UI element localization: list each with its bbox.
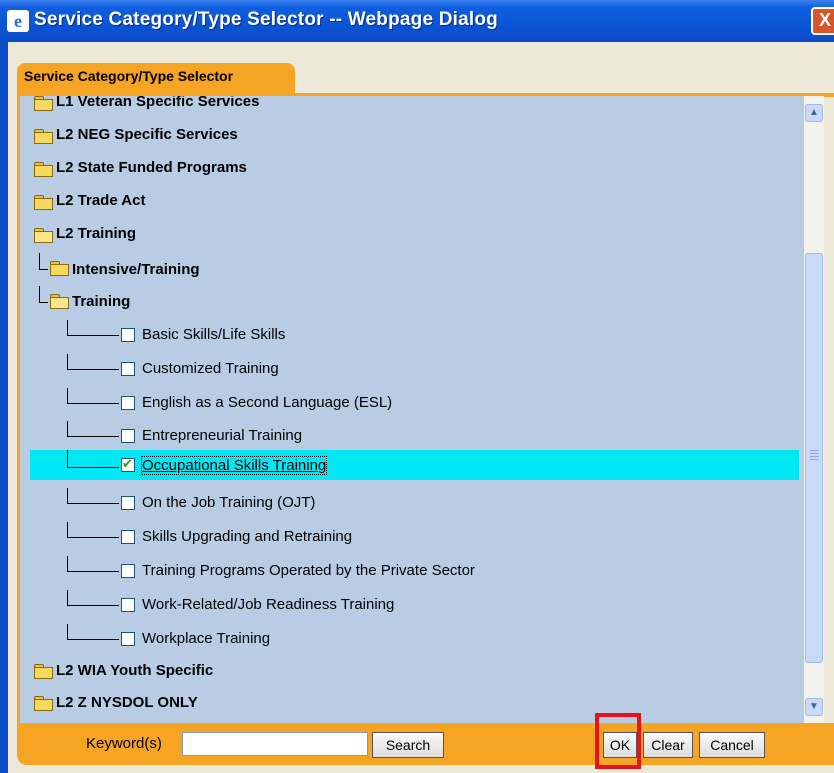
tree-subfolder-row[interactable]: Training bbox=[20, 286, 790, 316]
tree-item-row-selected[interactable]: Occupational Skills Training bbox=[30, 450, 799, 480]
tree-subfolder-row[interactable]: Intensive/Training bbox=[20, 253, 790, 283]
tree-item-row[interactable]: On the Job Training (OJT) bbox=[20, 488, 790, 518]
tab-label: Service Category/Type Selector bbox=[24, 68, 234, 84]
item-checkbox[interactable] bbox=[121, 396, 135, 410]
vertical-scrollbar[interactable]: ▲ ▼ bbox=[803, 96, 824, 726]
tree-connector bbox=[67, 354, 68, 369]
tree-connector bbox=[67, 320, 68, 335]
subfolder-label: Intensive/Training bbox=[72, 261, 200, 278]
item-label: Skills Upgrading and Retraining bbox=[142, 528, 353, 545]
tree-item-row[interactable]: Training Programs Operated by the Privat… bbox=[20, 556, 790, 586]
tree-connector bbox=[67, 335, 119, 336]
title-bar: e Service Category/Type Selector -- Webp… bbox=[0, 0, 834, 42]
tree-item-row[interactable]: Work-Related/Job Readiness Training bbox=[20, 590, 790, 620]
tree-connector bbox=[67, 639, 119, 640]
window-border bbox=[0, 42, 8, 773]
item-label: Workplace Training bbox=[142, 630, 271, 647]
scroll-up-icon[interactable]: ▲ bbox=[805, 104, 823, 122]
item-label: Work-Related/Job Readiness Training bbox=[142, 596, 395, 613]
tree-connector bbox=[67, 450, 68, 467]
item-checkbox[interactable] bbox=[121, 362, 135, 376]
folder-label: L2 Z NYSDOL ONLY bbox=[56, 694, 198, 711]
tree-folder-row[interactable]: L2 Trade Act bbox=[20, 187, 790, 217]
folder-open-icon bbox=[50, 294, 69, 309]
tree-panel: L1 Veteran Specific Services L2 NEG Spec… bbox=[17, 96, 804, 726]
folder-label: L2 NEG Specific Services bbox=[56, 126, 238, 143]
clear-button[interactable]: Clear bbox=[643, 732, 693, 758]
folder-label: L2 Trade Act bbox=[56, 192, 146, 209]
folder-icon bbox=[34, 696, 53, 711]
scroll-thumb[interactable] bbox=[805, 253, 823, 663]
tree-connector bbox=[67, 537, 119, 538]
keyword-label: Keyword(s) bbox=[86, 735, 162, 752]
folder-icon bbox=[34, 129, 53, 144]
tree-connector bbox=[67, 467, 119, 468]
tree-connector bbox=[67, 590, 68, 605]
tree-connector bbox=[39, 253, 40, 269]
item-label: Entrepreneurial Training bbox=[142, 427, 303, 444]
tree-folder-row[interactable]: L2 State Funded Programs bbox=[20, 154, 790, 184]
tree-folder-row[interactable]: L2 NEG Specific Services bbox=[20, 121, 790, 151]
folder-label: L2 WIA Youth Specific bbox=[56, 662, 214, 679]
tree-folder-row[interactable]: L2 Z NYSDOL ONLY bbox=[20, 688, 790, 718]
tree-connector bbox=[67, 624, 68, 639]
tree-connector bbox=[67, 388, 68, 403]
svg-text:e: e bbox=[14, 11, 22, 31]
item-checkbox[interactable] bbox=[121, 598, 135, 612]
folder-icon bbox=[34, 195, 53, 210]
tree-connector bbox=[67, 605, 119, 606]
item-label: Occupational Skills Training bbox=[140, 456, 328, 475]
ie-icon: e bbox=[7, 10, 29, 32]
folder-icon bbox=[34, 162, 53, 177]
tree-connector bbox=[39, 286, 40, 302]
ok-highlight-box bbox=[595, 713, 641, 769]
folder-open-icon bbox=[34, 228, 53, 243]
tree-connector bbox=[67, 522, 68, 537]
item-label: Basic Skills/Life Skills bbox=[142, 326, 286, 343]
item-checkbox-checked[interactable] bbox=[121, 456, 135, 472]
tree-connector bbox=[67, 488, 68, 503]
folder-icon bbox=[34, 96, 53, 111]
window-title: Service Category/Type Selector -- Webpag… bbox=[34, 9, 498, 30]
tree-connector bbox=[67, 556, 68, 571]
search-button[interactable]: Search bbox=[372, 732, 444, 758]
folder-icon bbox=[34, 664, 53, 679]
subfolder-label: Training bbox=[72, 293, 131, 310]
item-label: English as a Second Language (ESL) bbox=[142, 394, 393, 411]
tree-connector bbox=[39, 302, 48, 303]
tree-connector bbox=[67, 369, 119, 370]
tree-connector bbox=[39, 269, 48, 270]
item-checkbox[interactable] bbox=[121, 632, 135, 646]
tree-connector bbox=[67, 403, 119, 404]
tree-item-row[interactable]: Workplace Training bbox=[20, 624, 790, 654]
tree-connector bbox=[67, 503, 119, 504]
folder-icon bbox=[50, 261, 69, 276]
tree-folder-row[interactable]: L2 WIA Youth Specific bbox=[20, 656, 790, 686]
item-checkbox[interactable] bbox=[121, 328, 135, 342]
tree-item-row[interactable]: English as a Second Language (ESL) bbox=[20, 388, 790, 418]
item-checkbox[interactable] bbox=[121, 496, 135, 510]
tree-item-row[interactable]: Skills Upgrading and Retraining bbox=[20, 522, 790, 552]
item-label: On the Job Training (OJT) bbox=[142, 494, 316, 511]
tree-folder-row[interactable]: L2 Training bbox=[20, 220, 790, 250]
tree-connector bbox=[67, 571, 119, 572]
folder-label: L2 State Funded Programs bbox=[56, 159, 247, 176]
tree-connector bbox=[67, 421, 68, 436]
keyword-input[interactable] bbox=[182, 732, 368, 756]
scroll-down-icon[interactable]: ▼ bbox=[805, 698, 823, 716]
tree-item-row[interactable]: Basic Skills/Life Skills bbox=[20, 320, 790, 350]
folder-label: L2 Training bbox=[56, 225, 137, 242]
folder-label: L1 Veteran Specific Services bbox=[56, 96, 260, 110]
item-label: Customized Training bbox=[142, 360, 279, 377]
tree-item-row[interactable]: Customized Training bbox=[20, 354, 790, 384]
cancel-button[interactable]: Cancel bbox=[699, 732, 765, 758]
close-button[interactable]: X bbox=[811, 7, 834, 35]
tree-connector bbox=[67, 436, 119, 437]
item-checkbox[interactable] bbox=[121, 530, 135, 544]
item-checkbox[interactable] bbox=[121, 429, 135, 443]
item-checkbox[interactable] bbox=[121, 564, 135, 578]
tree-folder-row[interactable]: L1 Veteran Specific Services bbox=[20, 96, 790, 118]
tree-item-row[interactable]: Entrepreneurial Training bbox=[20, 421, 790, 451]
item-label: Training Programs Operated by the Privat… bbox=[142, 562, 475, 579]
